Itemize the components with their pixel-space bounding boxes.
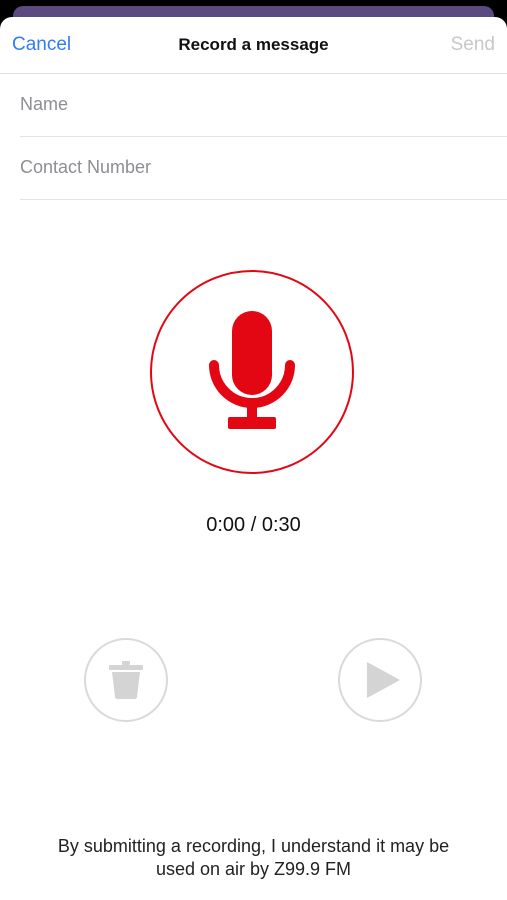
name-field-row xyxy=(20,73,507,137)
disclaimer-line-1: By submitting a recording, I understand … xyxy=(57,836,450,856)
name-input[interactable] xyxy=(20,73,507,136)
on-air-disclaimer: By submitting a recording, I understand … xyxy=(10,835,497,881)
microphone-icon xyxy=(209,311,295,429)
contact-number-input[interactable] xyxy=(20,136,507,199)
play-icon xyxy=(367,662,400,698)
send-button[interactable]: Send xyxy=(451,34,495,56)
disclaimer-line-2: used on air by Z99.9 FM xyxy=(155,859,352,879)
max-duration: 0:30 xyxy=(261,514,301,536)
elapsed-time: 0:00 xyxy=(206,514,246,536)
page-title: Record a message xyxy=(178,35,329,54)
play-recording-button[interactable] xyxy=(338,638,422,722)
contact-number-field-row xyxy=(20,136,507,200)
record-message-sheet: Cancel Record a message Send 0:00 / 0:30… xyxy=(0,17,507,900)
delete-recording-button[interactable] xyxy=(84,638,168,722)
recording-timer: 0:00 / 0:30 xyxy=(0,514,507,537)
navigation-bar: Cancel Record a message Send xyxy=(0,17,507,74)
trash-icon xyxy=(109,661,143,699)
cancel-button[interactable]: Cancel xyxy=(12,34,71,56)
record-button[interactable] xyxy=(150,270,354,474)
timer-separator: / xyxy=(245,514,262,536)
